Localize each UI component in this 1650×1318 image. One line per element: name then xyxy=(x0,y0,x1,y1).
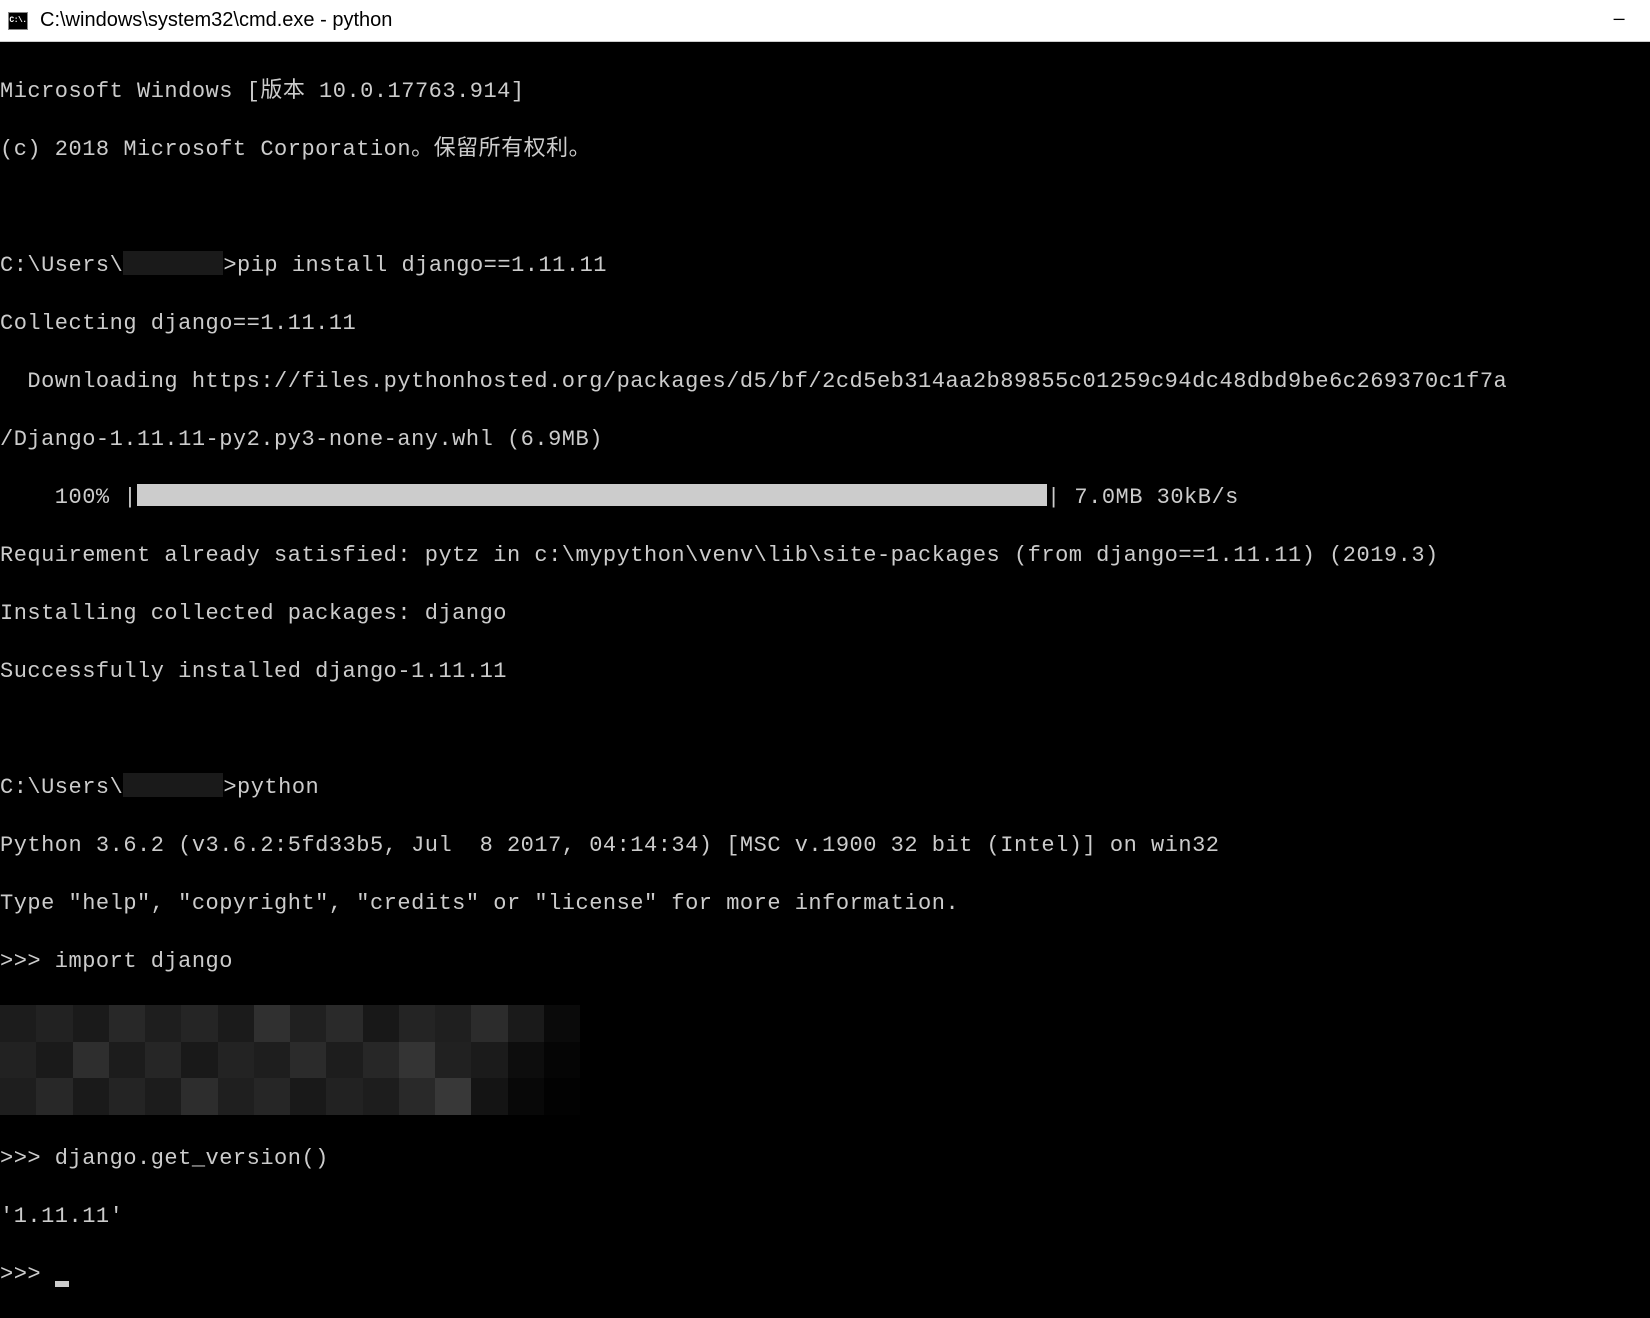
window-controls: ─ xyxy=(1596,5,1642,37)
downloading-line: Downloading https://files.pythonhosted.o… xyxy=(0,367,1650,396)
installing-line: Installing collected packages: django xyxy=(0,599,1650,628)
copyright-line: (c) 2018 Microsoft Corporation。保留所有权利。 xyxy=(0,135,1650,164)
header-line: Microsoft Windows [版本 10.0.17763.914] xyxy=(0,77,1650,106)
collecting-line: Collecting django==1.11.11 xyxy=(0,309,1650,338)
window-title: C:\windows\system32\cmd.exe - python xyxy=(40,9,1596,32)
blank-line xyxy=(0,193,1650,222)
cmd-icon: C:\. xyxy=(8,12,28,30)
redacted-username xyxy=(123,773,223,797)
requirement-line: Requirement already satisfied: pytz in c… xyxy=(0,541,1650,570)
redacted-username xyxy=(123,251,223,275)
title-bar[interactable]: C:\. C:\windows\system32\cmd.exe - pytho… xyxy=(0,0,1650,42)
minimize-button[interactable]: ─ xyxy=(1596,5,1642,37)
python-command: C:\Users\>python xyxy=(0,773,1650,802)
redacted-pixelated-area xyxy=(0,1005,580,1115)
repl-import-line: >>> import django xyxy=(0,947,1650,976)
python-help-line: Type "help", "copyright", "credits" or "… xyxy=(0,889,1650,918)
progress-bar xyxy=(137,484,1047,506)
cursor xyxy=(55,1281,69,1287)
repl-output-line: '1.11.11' xyxy=(0,1202,1650,1231)
blank-line xyxy=(0,715,1650,744)
success-line: Successfully installed django-1.11.11 xyxy=(0,657,1650,686)
repl-getversion-line: >>> django.get_version() xyxy=(0,1144,1650,1173)
wheel-line: /Django-1.11.11-py2.py3-none-any.whl (6.… xyxy=(0,425,1650,454)
repl-prompt-line: >>> xyxy=(0,1260,1650,1289)
python-version-line: Python 3.6.2 (v3.6.2:5fd33b5, Jul 8 2017… xyxy=(0,831,1650,860)
terminal-output[interactable]: Microsoft Windows [版本 10.0.17763.914] (c… xyxy=(0,42,1650,1318)
pip-install-command: C:\Users\>pip install django==1.11.11 xyxy=(0,251,1650,280)
progress-line: 100% || 7.0MB 30kB/s xyxy=(0,483,1650,512)
